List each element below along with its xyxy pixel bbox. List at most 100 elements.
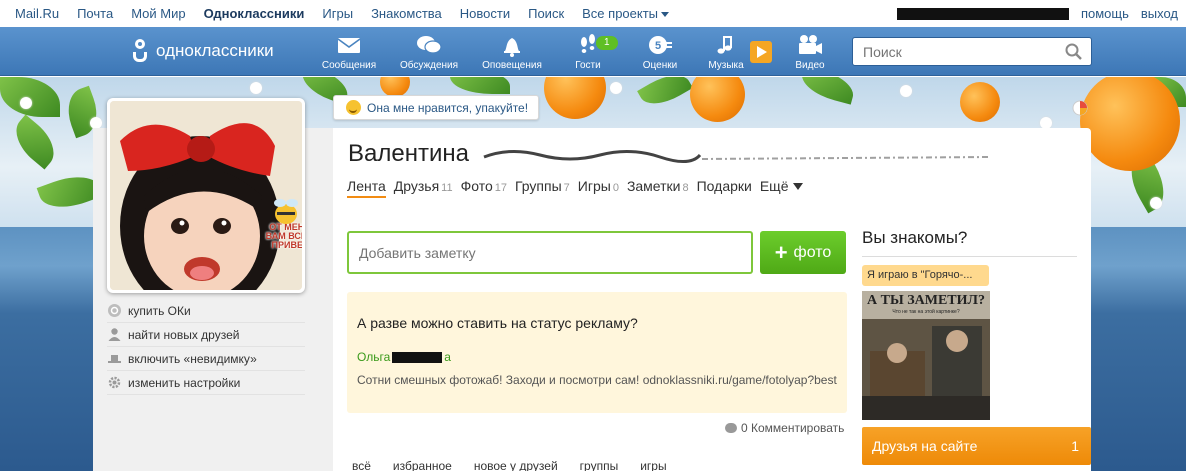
logout-link[interactable]: выход <box>1141 6 1178 21</box>
find-friends-item[interactable]: найти новых друзей <box>107 323 305 347</box>
ok-logo[interactable]: одноклассники <box>132 39 274 63</box>
nav-notifications-label: Оповещения <box>482 60 542 71</box>
post-text: Сотни смешных фотожаб! Заходи и посмотри… <box>357 373 837 387</box>
help-link[interactable]: помощь <box>1081 6 1129 21</box>
nav-discussions[interactable]: Обсуждения <box>396 33 462 71</box>
avatar-sticker-text: ОТ МЕНЯ ВАМ ВСЕМ ПРИВЕТ <box>265 222 302 250</box>
plus-icon: + <box>774 239 788 265</box>
portal-link-search[interactable]: Поиск <box>528 6 564 21</box>
profile-name: Валентина <box>348 140 469 167</box>
chat-bubbles-icon <box>417 36 442 54</box>
orange-decoration <box>960 82 1000 122</box>
like-profile-button[interactable]: Она мне нравится, упакуйте! <box>333 95 540 120</box>
gear-icon <box>108 376 121 389</box>
video-camera-icon <box>799 35 822 54</box>
portal-link-mail[interactable]: Почта <box>77 6 113 21</box>
tab-groups-label: Группы <box>515 178 562 194</box>
search-icon[interactable] <box>1065 43 1083 61</box>
feed-filter-friends-new[interactable]: новое у друзей <box>474 459 558 471</box>
tab-photos[interactable]: Фото 17 <box>461 178 507 198</box>
profile-tabs: Лента Друзья 11 Фото 17 Группы 7 Игры 0 Заме… <box>347 178 811 198</box>
nav-guests[interactable]: Гости 1 <box>568 33 618 71</box>
game-banner-title: А ТЫ ЗАМЕТИЛ? <box>867 293 985 308</box>
logo-text: одноклассники <box>156 41 274 60</box>
tab-more[interactable]: Ещё <box>760 178 803 198</box>
post-author-first: Ольга <box>357 350 391 364</box>
feed-filter-favorites[interactable]: избранное <box>393 459 452 471</box>
add-note-input[interactable] <box>349 233 751 272</box>
tab-games[interactable]: Игры 0 <box>578 178 619 198</box>
feed-post: А разве можно ставить на статус рекламу?… <box>347 292 847 413</box>
tab-groups[interactable]: Группы 7 <box>515 178 570 198</box>
search-box <box>852 37 1092 66</box>
tab-notes-count: 8 <box>682 182 689 194</box>
tab-notes[interactable]: Заметки 8 <box>627 178 689 198</box>
portal-link-dating[interactable]: Знакомства <box>371 6 442 21</box>
nav-music[interactable]: Музыка <box>704 33 748 71</box>
svg-text:5: 5 <box>655 40 661 52</box>
game-banner-image[interactable]: А ТЫ ЗАМЕТИЛ? Что не так на этой картинк… <box>862 291 990 420</box>
tab-feed-label: Лента <box>347 178 386 194</box>
tab-friends-label: Друзья <box>393 178 440 194</box>
main-navbar: одноклассники Сообщения Обсуждения Опове… <box>0 27 1186 76</box>
nav-video-label: Видео <box>795 60 825 71</box>
game-banner-subtitle: Что не так на этой картинке? <box>892 309 960 315</box>
chevron-down-icon <box>661 12 670 18</box>
music-play-icon[interactable] <box>749 40 773 64</box>
friends-online-count: 1 <box>1071 438 1079 454</box>
tab-friends-count: 11 <box>441 182 453 194</box>
feed-filter-games[interactable]: игры <box>640 459 666 471</box>
add-photo-label: фото <box>793 243 832 261</box>
buy-ok-item[interactable]: купить ОКи <box>107 299 305 323</box>
nav-ratings[interactable]: 5 Оценки <box>638 33 682 71</box>
tab-friends[interactable]: Друзья 11 <box>394 178 453 198</box>
portal-bar: Mail.Ru Почта Мой Мир Одноклассники Игры… <box>0 0 1186 27</box>
portal-link-odnoklassniki[interactable]: Одноклассники <box>204 6 305 21</box>
feed-filter-tabs: всё избранное новое у друзей группы игры <box>352 459 689 471</box>
post-author-suffix: а <box>444 350 451 364</box>
profile-photo: ОТ МЕНЯ ВАМ ВСЕМ ПРИВЕТ <box>110 101 302 290</box>
nav-discussions-label: Обсуждения <box>399 60 459 71</box>
profile-photo-frame[interactable]: ОТ МЕНЯ ВАМ ВСЕМ ПРИВЕТ <box>107 98 305 293</box>
smiley-icon <box>346 100 361 115</box>
nav-notifications[interactable]: Оповещения <box>479 33 545 71</box>
invisible-mode-label: включить «невидимку» <box>128 351 257 366</box>
feed-filter-all[interactable]: всё <box>352 459 371 471</box>
portal-link-games[interactable]: Игры <box>322 6 353 21</box>
tab-groups-count: 7 <box>563 182 570 194</box>
comment-link[interactable]: 0 Комментировать <box>725 421 844 435</box>
search-input[interactable] <box>853 38 1053 65</box>
nav-ratings-label: Оценки <box>642 60 678 71</box>
nav-messages-label: Сообщения <box>321 60 377 71</box>
portal-link-mailru[interactable]: Mail.Ru <box>15 6 59 21</box>
profile-menu: купить ОКи найти новых друзей включить «… <box>107 299 305 395</box>
comment-label: 0 Комментировать <box>741 421 845 435</box>
add-photo-button[interactable]: + фото <box>760 231 846 274</box>
edit-settings-item[interactable]: изменить настройки <box>107 371 305 395</box>
envelope-icon <box>337 38 361 53</box>
edit-settings-label: изменить настройки <box>128 375 241 390</box>
guests-count-badge: 1 <box>596 36 618 50</box>
tab-photos-label: Фото <box>460 178 493 194</box>
invisible-mode-item[interactable]: включить «невидимку» <box>107 347 305 371</box>
find-friends-label: найти новых друзей <box>128 327 240 342</box>
tab-notes-label: Заметки <box>626 178 681 194</box>
friends-online-bar[interactable]: Друзья на сайте 1 <box>862 427 1091 465</box>
game-label[interactable]: Я играю в "Горячо-... <box>862 265 989 286</box>
portal-link-news[interactable]: Новости <box>460 6 510 21</box>
nav-video[interactable]: Видео <box>788 33 832 71</box>
post-author[interactable]: Ольга а <box>357 350 451 364</box>
portal-all-projects[interactable]: Все проекты <box>582 6 670 21</box>
tab-more-label: Ещё <box>759 178 789 194</box>
tab-photos-count: 17 <box>494 182 507 194</box>
all-projects-label: Все проекты <box>582 6 659 21</box>
tab-feed[interactable]: Лента <box>347 178 386 198</box>
person-icon <box>108 328 121 341</box>
nav-messages[interactable]: Сообщения <box>321 33 377 71</box>
bee-sticker-icon <box>274 199 298 224</box>
chevron-down-icon <box>792 183 803 190</box>
portal-link-myworld[interactable]: Мой Мир <box>131 6 185 21</box>
theme-color-icon[interactable] <box>1072 100 1088 116</box>
tab-gifts[interactable]: Подарки <box>697 178 752 198</box>
feed-filter-groups[interactable]: группы <box>580 459 619 471</box>
